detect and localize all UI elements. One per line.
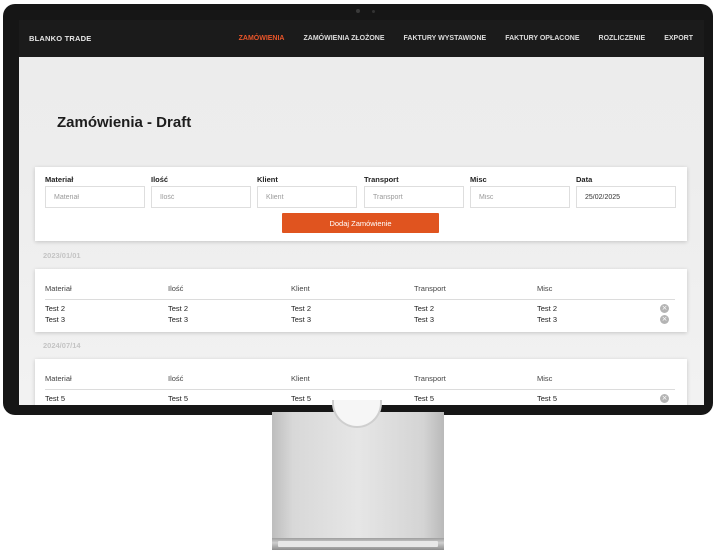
table-row: Test 2 Test 2 Test 2 Test 2 Test 2 × [45, 304, 675, 315]
col-header-material: Materiał [45, 284, 72, 293]
remove-circle-icon[interactable]: × [660, 394, 669, 403]
field-label: Ilość [151, 175, 169, 184]
monitor-stand [272, 412, 444, 542]
col-header-transport: Transport [414, 284, 446, 293]
date-input[interactable] [576, 186, 676, 208]
camera-icon [356, 9, 360, 13]
cell: Test 3 [45, 315, 66, 324]
misc-input[interactable] [470, 186, 570, 208]
col-header-quantity: Ilość [168, 284, 184, 293]
field-transport: Transport [364, 175, 464, 208]
quantity-input[interactable] [151, 186, 251, 208]
cell: Test 5 [537, 394, 558, 403]
brand-logo-text[interactable]: BLANKO TRADE [29, 34, 91, 43]
remove-circle-icon[interactable]: × [660, 315, 669, 324]
cell: Test 5 [291, 394, 312, 403]
field-date: Data [576, 175, 676, 208]
col-header-client: Klient [291, 284, 310, 293]
cell: Test 2 [537, 304, 558, 313]
add-order-button[interactable]: Dodaj Zamówienie [282, 213, 439, 233]
sensor-icon [372, 10, 375, 13]
orders-table-card: Materiał Ilość Klient Transport Misc Tes… [35, 269, 687, 332]
remove-circle-icon[interactable]: × [660, 304, 669, 313]
nav-link-zamowienia[interactable]: ZAMÓWIENIA [239, 35, 285, 42]
order-form-card: Materiał Ilość Klient Transport Misc Dat… [35, 167, 687, 241]
field-material: Materiał [45, 175, 145, 208]
nav-link-faktury-wystawione[interactable]: FAKTURY WYSTAWIONE [404, 35, 487, 42]
col-header-quantity: Ilość [168, 374, 184, 383]
col-header-misc: Misc [537, 284, 553, 293]
field-label: Transport [364, 175, 399, 184]
col-header-misc: Misc [537, 374, 553, 383]
screen: BLANKO TRADE ZAMÓWIENIA ZAMÓWIENIA ZŁOŻO… [19, 20, 704, 405]
cell: Test 2 [414, 304, 435, 313]
group-date: 2023/01/01 [43, 251, 81, 260]
cell: Test 3 [414, 315, 435, 324]
field-client: Klient [257, 175, 357, 208]
cell: Test 2 [168, 304, 189, 313]
field-misc: Misc [470, 175, 570, 208]
cell: Test 3 [537, 315, 558, 324]
top-navbar: BLANKO TRADE ZAMÓWIENIA ZAMÓWIENIA ZŁOŻO… [19, 20, 704, 57]
nav-link-zamowienia-zlozone[interactable]: ZAMÓWIENIA ZŁOŻONE [304, 35, 385, 42]
field-label: Data [576, 175, 593, 184]
nav-link-export[interactable]: EXPORT [664, 35, 693, 42]
table-header: Materiał Ilość Klient Transport Misc [45, 284, 675, 300]
field-label: Klient [257, 175, 278, 184]
nav-link-faktury-oplacone[interactable]: FAKTURY OPŁACONE [505, 35, 579, 42]
field-label: Materiał [45, 175, 74, 184]
col-header-transport: Transport [414, 374, 446, 383]
cell: Test 5 [168, 394, 189, 403]
group-date: 2024/07/14 [43, 341, 81, 350]
cell: Test 2 [45, 304, 66, 313]
field-quantity: Ilość [151, 175, 251, 208]
nav-link-rozliczenie[interactable]: ROZLICZENIE [599, 35, 646, 42]
client-input[interactable] [257, 186, 357, 208]
cell: Test 5 [45, 394, 66, 403]
stand-foot-highlight [278, 541, 438, 547]
transport-input[interactable] [364, 186, 464, 208]
col-header-material: Materiał [45, 374, 72, 383]
table-header: Materiał Ilość Klient Transport Misc [45, 374, 675, 390]
monitor-bezel: BLANKO TRADE ZAMÓWIENIA ZAMÓWIENIA ZŁOŻO… [3, 4, 713, 415]
col-header-client: Klient [291, 374, 310, 383]
field-label: Misc [470, 175, 487, 184]
cell: Test 5 [414, 394, 435, 403]
cell: Test 3 [168, 315, 189, 324]
cell: Test 2 [291, 304, 312, 313]
orders-table-card: Materiał Ilość Klient Transport Misc Tes… [35, 359, 687, 405]
table-row: Test 3 Test 3 Test 3 Test 3 Test 3 × [45, 315, 675, 326]
material-input[interactable] [45, 186, 145, 208]
nav-links: ZAMÓWIENIA ZAMÓWIENIA ZŁOŻONE FAKTURY WY… [220, 20, 693, 57]
page-title: Zamówienia - Draft [57, 114, 192, 131]
cell: Test 3 [291, 315, 312, 324]
